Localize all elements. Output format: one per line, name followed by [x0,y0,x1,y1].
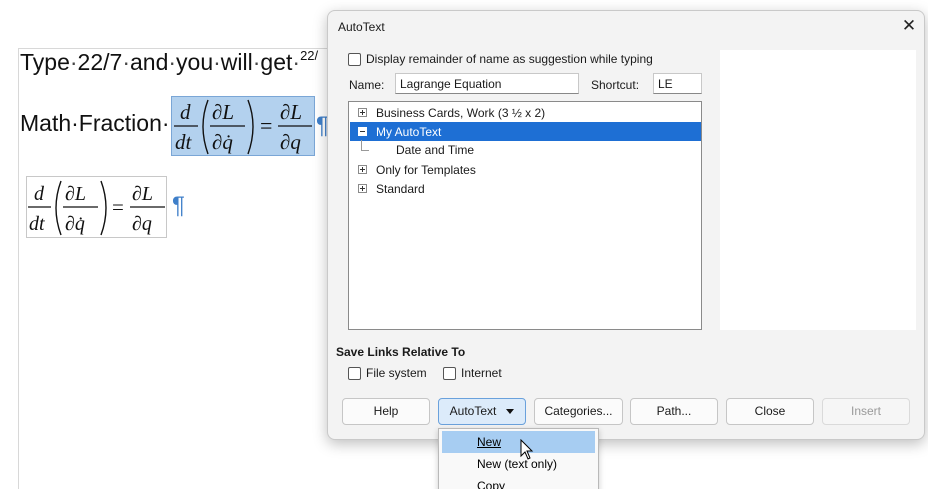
formula-partial-qdot: ∂q̇ [212,130,233,154]
doc-word: you [176,49,214,75]
tree-item-business-cards[interactable]: Business Cards, Work (3 ½ x 2) [350,103,701,122]
autotext-dropdown-menu: New New (text only) Copy [438,428,599,489]
help-button[interactable]: Help [342,398,430,425]
formula-object-selected[interactable]: d dt ∂L ∂q̇ = ∂L ∂q [171,96,315,156]
expand-icon[interactable] [358,165,367,174]
internet-label: Internet [461,366,502,380]
tree-connector [361,150,369,151]
file-system-checkbox[interactable] [348,366,361,380]
tree-item-only-for-templates[interactable]: Only for Templates [350,160,701,179]
menu-item-new[interactable]: New [442,431,595,453]
doc-word: get [260,49,293,75]
autotext-button-label: AutoText [449,404,497,418]
formula-dt: dt [29,213,45,235]
display-suggestion-option[interactable]: Display remainder of name as suggestion … [348,52,653,66]
doc-word: and [129,49,169,75]
formula-equals: = [112,195,124,219]
formula-partial-q: ∂q [132,213,152,235]
tree-item-label: My AutoText [376,124,442,139]
tree-item-label: Standard [376,181,425,196]
path-button[interactable]: Path... [630,398,718,425]
formula-dt: dt [175,130,193,154]
formula-equals: = [260,113,272,138]
formula-partial-q: ∂q [280,130,301,154]
tree-item-standard[interactable]: Standard [350,179,701,198]
menu-item-copy[interactable]: Copy [442,475,595,489]
mouse-pointer-icon [520,439,534,460]
formula-partial-qdot: ∂q̇ [65,213,85,235]
display-suggestion-label: Display remainder of name as suggestion … [366,52,653,66]
name-label: Name: [349,78,385,92]
doc-word: Type [20,49,70,75]
shortcut-label: Shortcut: [591,78,640,92]
autotext-dialog: AutoText ✕ Display remainder of name as … [327,10,925,440]
paragraph-mark: ¶ [172,192,185,219]
formula-partial-l: ∂L [280,100,302,124]
categories-button[interactable]: Categories... [534,398,623,425]
expand-icon[interactable] [358,108,367,117]
formula-d: d [34,183,45,205]
menu-item-new-text-only[interactable]: New (text only) [442,453,595,475]
file-system-option[interactable]: File system [348,366,427,380]
shortcut-input[interactable]: LE [653,73,702,94]
page-margin-line [18,48,19,489]
tree-item-my-autotext[interactable]: My AutoText [350,122,701,141]
doc-word: will [220,49,253,75]
formula-partial-l: ∂L [132,183,153,205]
doc-word: 22/7 [77,49,123,75]
close-button[interactable]: Close [726,398,814,425]
formula-d: d [180,100,191,124]
tree-item-label: Only for Templates [376,162,476,177]
expand-icon[interactable] [358,184,367,193]
lagrange-formula: d dt ∂L ∂q̇ = ∂L ∂q [174,99,312,155]
formula-partial-l: ∂L [65,183,86,205]
menu-item-label: New [477,435,502,449]
tree-item-label: Business Cards, Work (3 ½ x 2) [376,105,546,120]
internet-checkbox[interactable] [443,366,456,380]
superscript-fraction: 22/ [300,48,319,63]
autotext-preview [720,50,916,330]
autotext-category-tree[interactable]: Business Cards, Work (3 ½ x 2) My AutoTe… [348,101,702,330]
name-input[interactable]: Lagrange Equation [395,73,579,94]
autotext-menu-button[interactable]: AutoText [438,398,526,425]
internet-option[interactable]: Internet [443,366,502,380]
display-suggestion-checkbox[interactable] [348,52,361,66]
file-system-label: File system [366,366,427,380]
doc-line-1: Type·22/7·and·you·will·get·22/ [20,48,319,75]
collapse-icon[interactable] [358,127,367,136]
formula-object[interactable]: d dt ∂L ∂q̇ = ∂L ∂q [26,176,167,238]
doc-line-2: Math·Fraction· [20,110,170,136]
close-icon[interactable]: ✕ [899,16,919,36]
lagrange-formula: d dt ∂L ∂q̇ = ∂L ∂q [28,180,165,236]
tree-item-date-and-time[interactable]: Date and Time [396,143,474,157]
save-links-title: Save Links Relative To [336,345,466,359]
formula-partial-l: ∂L [212,100,234,124]
dialog-title: AutoText [338,20,385,34]
chevron-down-icon [506,409,515,414]
insert-button[interactable]: Insert [822,398,910,425]
